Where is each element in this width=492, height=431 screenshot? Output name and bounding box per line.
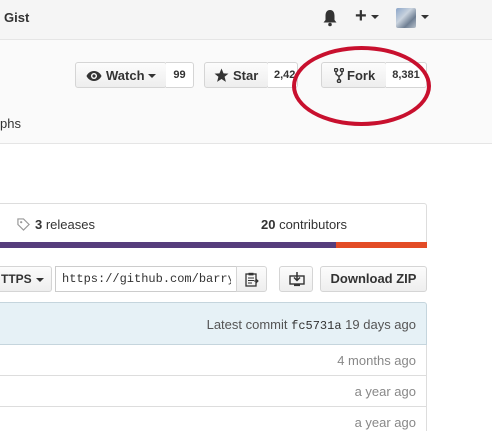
file-row[interactable]: 4 months ago xyxy=(0,345,427,376)
contributors-link[interactable]: 20 contributors xyxy=(261,217,347,232)
star-icon xyxy=(214,68,229,82)
clone-url-input[interactable] xyxy=(55,266,237,292)
star-button[interactable]: Star xyxy=(204,62,269,88)
contributors-label: contributors xyxy=(275,217,348,232)
file-age: a year ago xyxy=(354,384,416,399)
releases-label: releases xyxy=(42,217,95,232)
latest-commit-prefix: Latest commit xyxy=(206,317,292,332)
plus-icon[interactable]: + xyxy=(355,6,367,26)
desktop-download-icon xyxy=(289,272,305,287)
tag-icon xyxy=(17,218,30,231)
releases-link[interactable]: 3 releases xyxy=(35,217,95,232)
clone-protocol-label: TTPS xyxy=(1,272,32,286)
copy-url-button[interactable] xyxy=(236,266,267,292)
nav-graphs-tab[interactable]: phs xyxy=(0,116,21,131)
file-row[interactable]: a year ago xyxy=(0,376,427,407)
eye-icon xyxy=(86,71,102,81)
contributors-count: 20 xyxy=(261,217,276,232)
file-age: a year ago xyxy=(354,415,416,430)
language-segment xyxy=(336,242,427,248)
clone-protocol-select[interactable]: TTPS xyxy=(0,266,52,292)
file-age: 4 months ago xyxy=(337,353,416,368)
commit-age: 19 days ago xyxy=(341,317,416,332)
commit-sha-link[interactable]: fc5731a xyxy=(291,319,341,333)
chevron-down-icon xyxy=(148,74,156,78)
chevron-down-icon[interactable] xyxy=(371,15,379,19)
language-segment xyxy=(0,242,337,248)
gist-link[interactable]: Gist xyxy=(4,10,29,25)
download-zip-button[interactable]: Download ZIP xyxy=(320,266,427,292)
chevron-down-icon xyxy=(36,278,44,282)
annotation-circle xyxy=(292,46,431,126)
star-label: Star xyxy=(233,68,259,83)
latest-commit-bar: Latest commit fc5731a 19 days ago xyxy=(0,302,427,345)
chevron-down-icon[interactable] xyxy=(421,15,429,19)
watch-count[interactable]: 99 xyxy=(166,62,194,88)
watch-button[interactable]: Watch xyxy=(75,62,167,88)
clipboard-icon xyxy=(245,272,259,287)
file-row[interactable]: a year ago xyxy=(0,407,427,431)
latest-commit-text: Latest commit fc5731a 19 days ago xyxy=(207,317,416,333)
avatar[interactable] xyxy=(396,8,416,28)
bell-icon[interactable] xyxy=(322,9,338,27)
language-bar[interactable] xyxy=(0,242,427,248)
open-desktop-button[interactable] xyxy=(279,266,313,292)
top-header: Gist + xyxy=(0,0,492,40)
watch-label: Watch xyxy=(106,68,145,83)
